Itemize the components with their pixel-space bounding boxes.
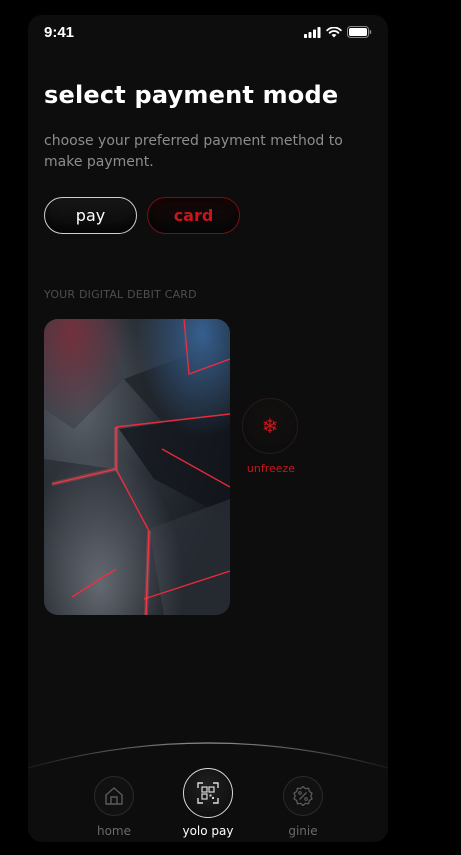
nav-home-label: home: [96, 824, 132, 838]
signal-icon: [304, 26, 321, 38]
section-label: YOUR DIGITAL DEBIT CARD: [44, 288, 197, 301]
status-icons: [304, 26, 372, 38]
unfreeze-button[interactable]: ❄: [242, 398, 298, 454]
qr-code-icon: [183, 768, 233, 818]
percent-badge-icon: [283, 776, 323, 816]
wifi-icon: [326, 26, 342, 38]
freeze-control: ❄ unfreeze: [242, 398, 300, 475]
unfreeze-label: unfreeze: [246, 462, 296, 475]
status-time: 9:41: [44, 24, 75, 41]
payment-mode-toggle: pay card: [44, 197, 240, 234]
bottom-nav: home yolo pay ginie: [28, 732, 388, 842]
debit-card[interactable]: [44, 319, 230, 615]
snowflake-icon: ❄: [261, 414, 279, 438]
pay-mode-button[interactable]: pay: [44, 197, 137, 234]
nav-ginie-label: ginie: [288, 824, 318, 838]
nav-yolo-pay[interactable]: yolo pay: [173, 768, 243, 838]
card-artwork: [44, 319, 230, 615]
nav-yolo-pay-label: yolo pay: [182, 824, 234, 838]
nav-home[interactable]: home: [79, 776, 149, 838]
status-bar: 9:41: [28, 15, 388, 51]
home-icon: [94, 776, 134, 816]
phone-screen: 9:41 select payment mode choose your pre…: [28, 15, 388, 842]
battery-icon: [347, 26, 372, 38]
page-subtitle: choose your preferred payment method to …: [44, 133, 343, 170]
nav-ginie[interactable]: ginie: [268, 776, 338, 838]
card-mode-button[interactable]: card: [147, 197, 240, 234]
nav-arc-divider: [28, 742, 388, 769]
page-title: select payment mode: [44, 81, 339, 109]
